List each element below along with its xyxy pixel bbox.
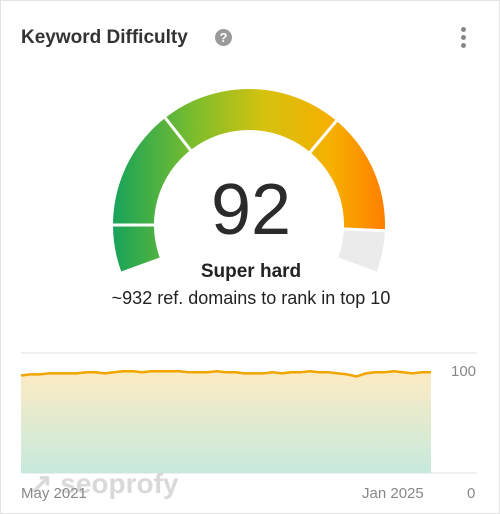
- x-label-end: Jan 2025: [362, 485, 424, 502]
- difficulty-trend-chart: [20, 352, 477, 474]
- x-label-start: May 2021: [21, 485, 87, 502]
- keyword-difficulty-card: Keyword Difficulty ? 92 Super hard ~932 …: [0, 0, 500, 514]
- trend-area: [21, 371, 431, 473]
- y-tick-0: 0: [467, 485, 476, 502]
- y-tick-100: 100: [451, 363, 477, 380]
